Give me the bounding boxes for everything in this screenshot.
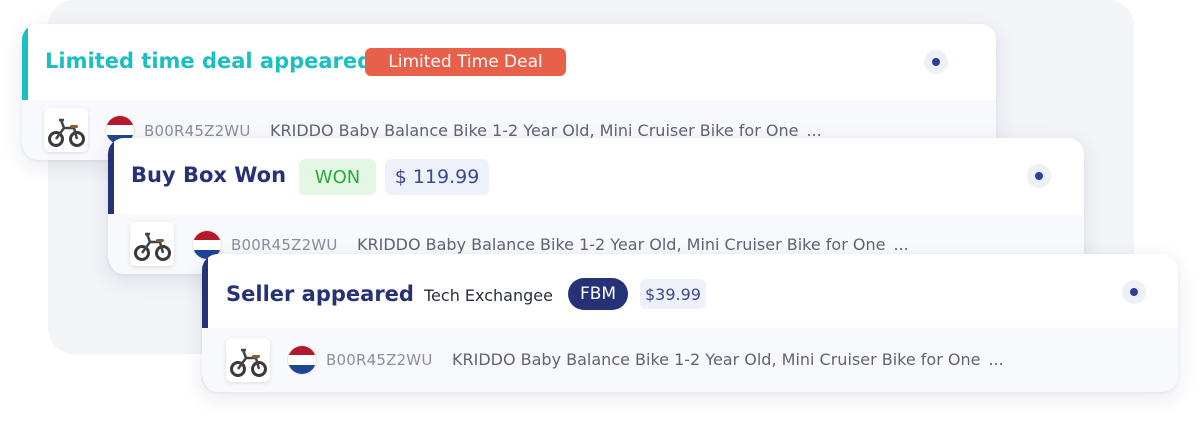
product-thumbnail <box>130 222 174 266</box>
dot-menu-icon[interactable] <box>1027 164 1051 188</box>
product-title[interactable]: KRIDDO Baby Balance Bike 1-2 Year Old, M… <box>357 235 909 254</box>
card-title: Seller appeared <box>226 282 414 306</box>
product-title-text: KRIDDO Baby Balance Bike 1-2 Year Old, M… <box>452 350 981 369</box>
seller-name: Tech Exchangee <box>424 285 553 305</box>
won-status-badge: WON <box>299 159 376 195</box>
limited-time-deal-badge: Limited Time Deal <box>365 48 566 76</box>
product-thumbnail <box>226 338 270 382</box>
price-badge: $39.99 <box>640 279 706 309</box>
card-title: Buy Box Won <box>131 163 287 187</box>
card-title: Limited time deal appeared <box>45 49 373 73</box>
seller-appeared-card[interactable]: Seller appeared Tech Exchangee FBM $39.9… <box>202 254 1178 392</box>
netherlands-flag-icon <box>288 346 316 374</box>
product-title-text: KRIDDO Baby Balance Bike 1-2 Year Old, M… <box>357 235 886 254</box>
product-asin: B00R45Z2WU <box>231 236 338 254</box>
balance-bike-icon <box>134 232 171 261</box>
product-thumbnail <box>44 108 88 152</box>
product-title[interactable]: KRIDDO Baby Balance Bike 1-2 Year Old, M… <box>452 350 1004 369</box>
product-asin: B00R45Z2WU <box>326 351 433 369</box>
dot-menu-icon[interactable] <box>1122 280 1146 304</box>
balance-bike-icon <box>48 118 85 147</box>
dot-menu-icon[interactable] <box>924 50 948 74</box>
title-ellipsis: ... <box>893 235 909 254</box>
balance-bike-icon <box>230 348 267 377</box>
price-badge: $ 119.99 <box>385 159 489 195</box>
fbm-badge: FBM <box>568 278 628 310</box>
title-ellipsis: ... <box>988 350 1004 369</box>
